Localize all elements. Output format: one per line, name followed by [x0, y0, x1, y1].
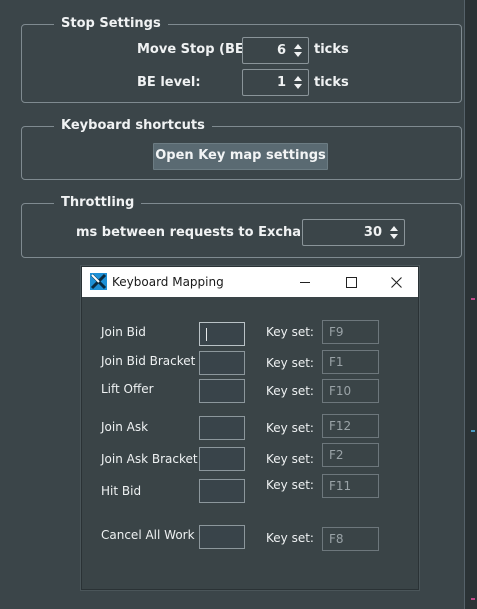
- key-input-join-bid-bracket[interactable]: [199, 351, 245, 375]
- minimize-button[interactable]: [282, 267, 328, 297]
- maximize-icon: [346, 277, 357, 288]
- keyset-label: Key set:: [266, 452, 314, 466]
- row-label-cancel-all-work: Cancel All Work: [101, 528, 195, 542]
- throttling-value: 30: [363, 225, 382, 240]
- key-input-join-ask-bracket[interactable]: [199, 447, 245, 471]
- spin-arrows-icon[interactable]: [292, 42, 304, 59]
- side-scroll-strip: [464, 0, 477, 609]
- text-caret: [206, 328, 207, 341]
- keyset-value-join-bid: F9: [322, 320, 379, 344]
- keyset-label: Key set:: [266, 356, 314, 370]
- row-label-hit-bid: Hit Bid: [101, 484, 142, 498]
- keyboard-mapping-dialog: Keyboard Mapping Join Bid Key set: F9 Jo…: [81, 266, 419, 590]
- strip-marker: [471, 430, 475, 432]
- keyset-label: Key set:: [266, 531, 314, 545]
- move-stop-unit: ticks: [314, 42, 349, 57]
- be-level-label: BE level:: [137, 75, 201, 90]
- keyset-value-lift-offer: F10: [322, 379, 379, 403]
- dialog-title: Keyboard Mapping: [112, 275, 224, 289]
- close-button[interactable]: [373, 267, 419, 297]
- strip-marker: [471, 598, 475, 600]
- keyset-label: Key set:: [266, 478, 314, 492]
- minimize-icon: [300, 282, 310, 283]
- keyset-value-join-ask-bracket: F2: [322, 443, 379, 467]
- settings-window: Stop Settings Move Stop (BE): 6 ticks BE…: [0, 0, 477, 609]
- key-input-lift-offer[interactable]: [199, 379, 245, 403]
- spin-arrows-icon[interactable]: [292, 74, 304, 91]
- throttling-title: Throttling: [54, 195, 142, 211]
- spin-arrows-icon[interactable]: [388, 224, 400, 241]
- open-keymap-button[interactable]: Open Key map settings: [153, 143, 328, 170]
- be-level-unit: ticks: [314, 75, 349, 90]
- key-input-hit-bid[interactable]: [199, 479, 245, 503]
- throttling-spinbox[interactable]: 30: [302, 219, 405, 246]
- key-input-cancel-all-work[interactable]: [199, 525, 245, 549]
- be-level-value: 1: [276, 75, 286, 90]
- move-stop-spinbox[interactable]: 6: [242, 37, 309, 64]
- row-label-join-bid: Join Bid: [101, 325, 146, 339]
- keyset-value-join-bid-bracket: F1: [322, 350, 379, 374]
- strip-marker: [471, 298, 475, 300]
- close-icon: [391, 277, 402, 288]
- stop-settings-title: Stop Settings: [54, 16, 168, 32]
- dialog-titlebar[interactable]: Keyboard Mapping: [82, 267, 418, 297]
- key-input-join-bid[interactable]: [199, 322, 245, 346]
- app-logo-icon: [90, 273, 107, 290]
- keyboard-shortcuts-title: Keyboard shortcuts: [54, 118, 212, 134]
- keyset-label: Key set:: [266, 325, 314, 339]
- keyset-value-join-ask: F12: [322, 414, 379, 438]
- keyset-label: Key set:: [266, 384, 314, 398]
- row-label-join-ask: Join Ask: [101, 420, 149, 434]
- row-label-lift-offer: Lift Offer: [101, 382, 154, 396]
- key-input-join-ask[interactable]: [199, 416, 245, 440]
- move-stop-value: 6: [276, 43, 286, 58]
- throttling-label: ms between requests to Exchange:: [76, 225, 334, 240]
- move-stop-label: Move Stop (BE):: [137, 42, 255, 57]
- row-label-join-bid-bracket: Join Bid Bracket: [101, 354, 196, 368]
- keyset-value-cancel-all-work: F8: [322, 527, 379, 551]
- be-level-spinbox[interactable]: 1: [242, 69, 309, 96]
- keyset-value-hit-bid: F11: [322, 474, 379, 498]
- maximize-button[interactable]: [328, 267, 374, 297]
- row-label-join-ask-bracket: Join Ask Bracket: [101, 452, 198, 466]
- keyset-label: Key set:: [266, 421, 314, 435]
